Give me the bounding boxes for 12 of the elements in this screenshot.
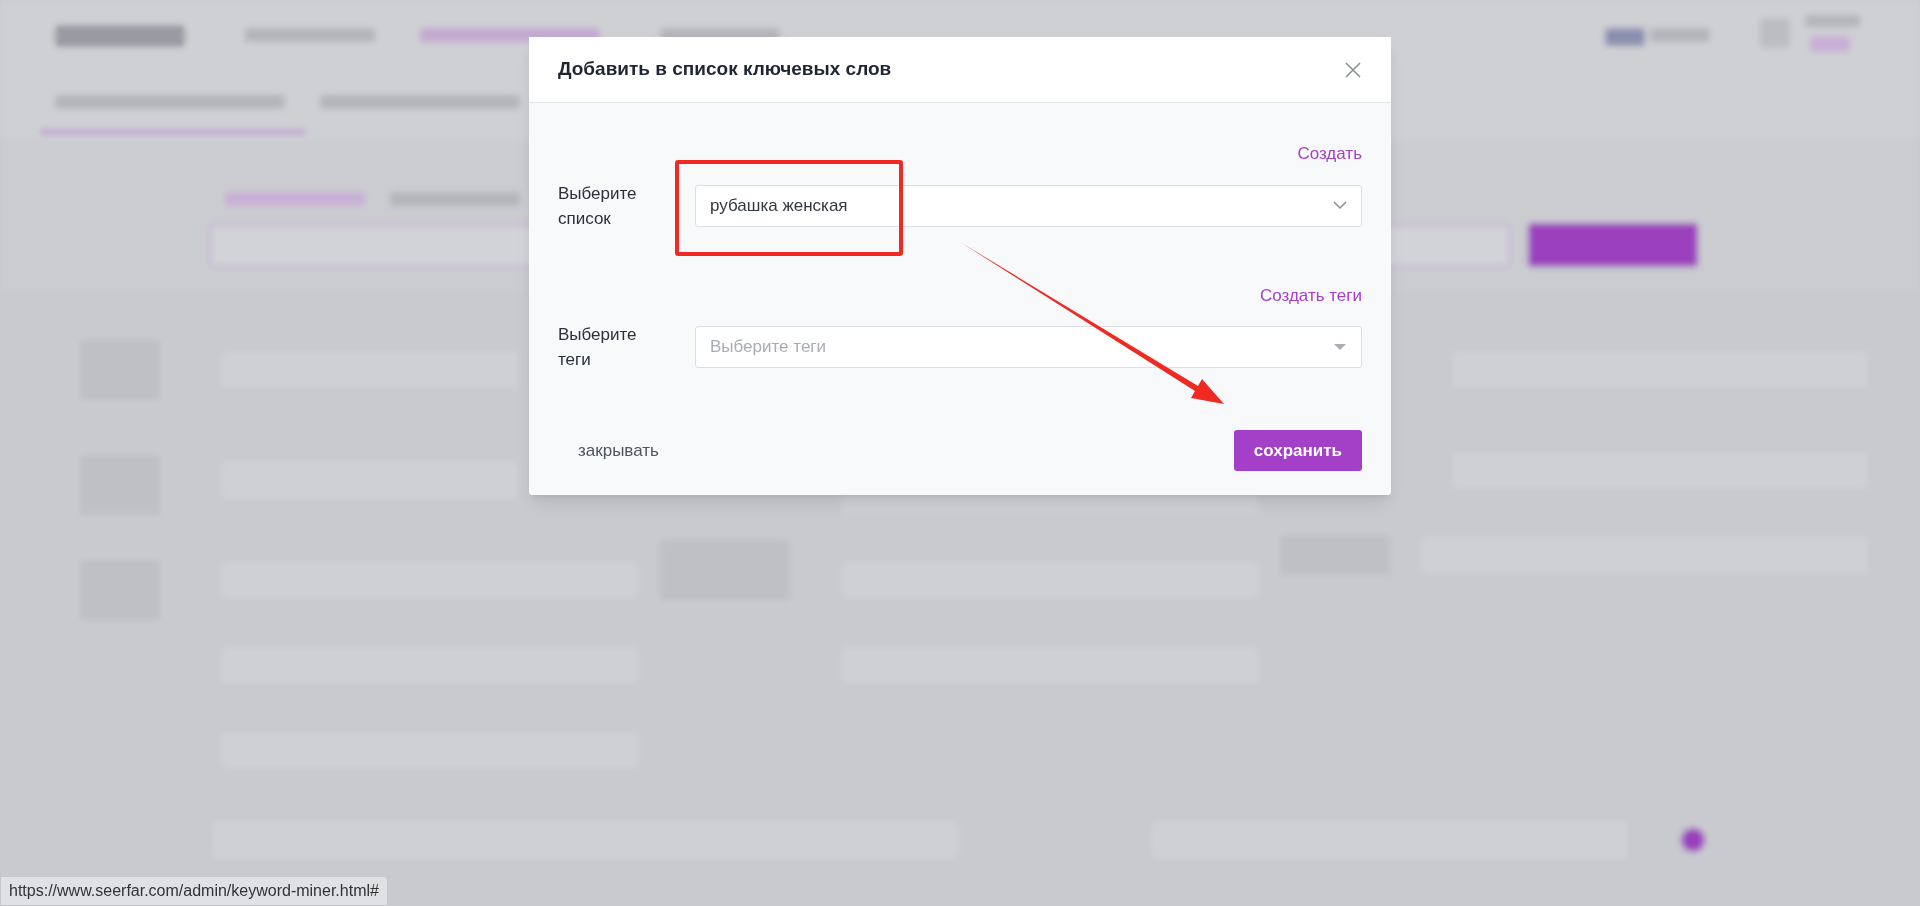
dialog-title: Добавить в список ключевых слов: [558, 57, 892, 82]
field-label: Выберите теги: [558, 324, 638, 371]
create-link[interactable]: Создать теги: [1259, 282, 1362, 308]
caret-down-icon: [1333, 343, 1347, 351]
status-bar-url: https://www.seerfar.com/admin/keyword-miner.html#: [0, 876, 388, 906]
close-icon[interactable]: [1344, 60, 1362, 79]
field-label: Выберите список: [558, 182, 638, 230]
list-dropdown[interactable]: рубашка женская: [695, 184, 1362, 227]
chevron-down-icon: [1333, 201, 1347, 210]
create-link[interactable]: Создать: [1297, 141, 1362, 167]
close-button[interactable]: закрывать: [558, 430, 679, 471]
save-button[interactable]: сохранить: [1233, 430, 1362, 471]
